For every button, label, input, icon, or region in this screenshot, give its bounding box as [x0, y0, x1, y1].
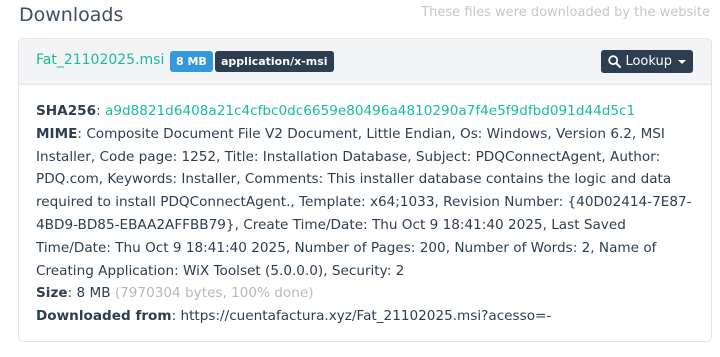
sha256-row: SHA256: a9d8821d6408a21c4cfbc0dc6659e804… — [36, 103, 636, 119]
downloaded-from-row: Downloaded from: https://cuentafactura.x… — [36, 308, 552, 325]
size-label: Size — [36, 285, 68, 302]
download-panel: Fat_21102025.msi 8 MB application/x-msi … — [18, 38, 712, 342]
mime-label: MIME — [36, 125, 78, 142]
size-value: 8 MB — [76, 285, 111, 302]
downloads-header: Downloads These files were downloaded by… — [0, 0, 720, 34]
page-subtitle: These files were downloaded by the websi… — [421, 5, 710, 20]
file-name-link[interactable]: Fat_21102025.msi — [36, 52, 164, 68]
download-panel-heading: Fat_21102025.msi 8 MB application/x-msi … — [19, 39, 711, 85]
caret-down-icon — [678, 59, 686, 64]
downloaded-from-url[interactable]: https://cuentafactura.xyz/Fat_21102025.m… — [180, 308, 551, 324]
size-row: Size: 8 MB (7970304 bytes, 100% done) — [36, 285, 314, 302]
page-title: Downloads — [19, 4, 124, 26]
downloaded-from-label: Downloaded from — [36, 308, 172, 325]
lookup-button[interactable]: Lookup — [601, 50, 693, 73]
sha256-label: SHA256 — [36, 103, 97, 119]
mime-row: MIME: Composite Document File V2 Documen… — [36, 125, 692, 279]
mime-value: Composite Document File V2 Document, Lit… — [36, 125, 692, 279]
search-icon — [608, 55, 622, 68]
sha256-value: a9d8821d6408a21c4cfbc0dc6659e80496a48102… — [104, 103, 636, 119]
size-detail: (7970304 bytes, 100% done) — [114, 285, 314, 302]
download-details: SHA256: a9d8821d6408a21c4cfbc0dc6659e804… — [19, 85, 711, 328]
lookup-button-label: Lookup — [625, 54, 672, 69]
mime-badge: application/x-msi — [215, 51, 334, 72]
size-badge: 8 MB — [170, 51, 213, 72]
